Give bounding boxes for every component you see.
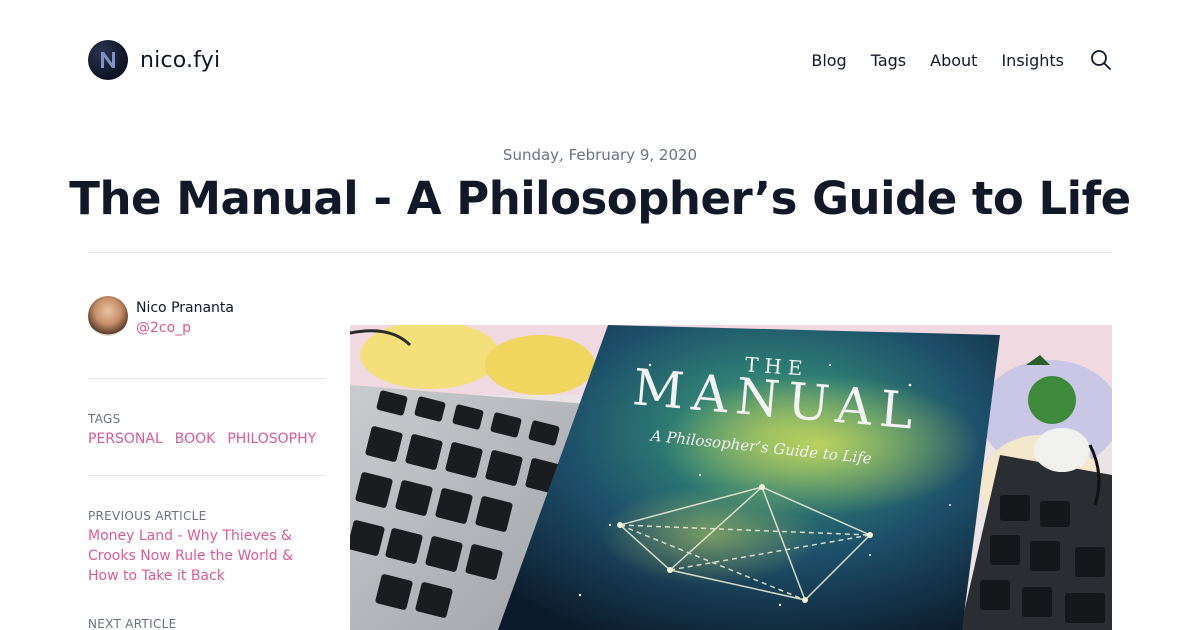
nav-blog[interactable]: Blog [811,51,846,70]
sidebar-divider [88,475,326,476]
nav-about[interactable]: About [930,51,977,70]
tag-personal[interactable]: PERSONAL [88,429,163,449]
next-article-label: NEXT ARTICLE [88,617,177,630]
previous-article-label: PREVIOUS ARTICLE [88,509,207,523]
author-name: Nico Prananta [136,300,234,316]
main-nav: Blog Tags About Insights [811,49,1112,71]
post-sidebar: Nico Prananta @2co_p TAGS PERSONAL BOOK … [88,296,326,630]
nav-insights[interactable]: Insights [1001,51,1064,70]
next-article-section: NEXT ARTICLE [88,616,326,630]
previous-article-link[interactable]: Money Land - Why Thieves & Crooks Now Ru… [88,526,320,586]
site-logo-icon [88,40,128,80]
tags-section: TAGS PERSONAL BOOK PHILOSOPHY [88,411,326,449]
nav-tags[interactable]: Tags [871,51,906,70]
tag-list: PERSONAL BOOK PHILOSOPHY [88,429,326,449]
author-handle-link[interactable]: @2co_p [136,318,234,338]
site-name: nico.fyi [140,47,221,73]
author-card: Nico Prananta @2co_p [88,296,326,338]
post-title: The Manual - A Philosopher’s Guide to Li… [69,172,1131,225]
tags-label: TAGS [88,412,121,426]
tag-philosophy[interactable]: PHILOSOPHY [227,429,316,449]
tag-book[interactable]: BOOK [175,429,216,449]
home-link[interactable]: nico.fyi [88,40,220,80]
post-hero-image: THE MANUAL A Philosopher’s Guide to Life [350,325,1112,630]
site-header: nico.fyi Blog Tags About Insights [88,40,1112,80]
sidebar-divider [88,378,326,379]
author-avatar [88,296,128,336]
author-info: Nico Prananta @2co_p [136,296,234,338]
search-icon[interactable] [1090,49,1112,71]
post-date: Sunday, February 9, 2020 [502,146,698,164]
title-divider [88,252,1112,253]
previous-article-section: PREVIOUS ARTICLE Money Land - Why Thieve… [88,508,326,586]
